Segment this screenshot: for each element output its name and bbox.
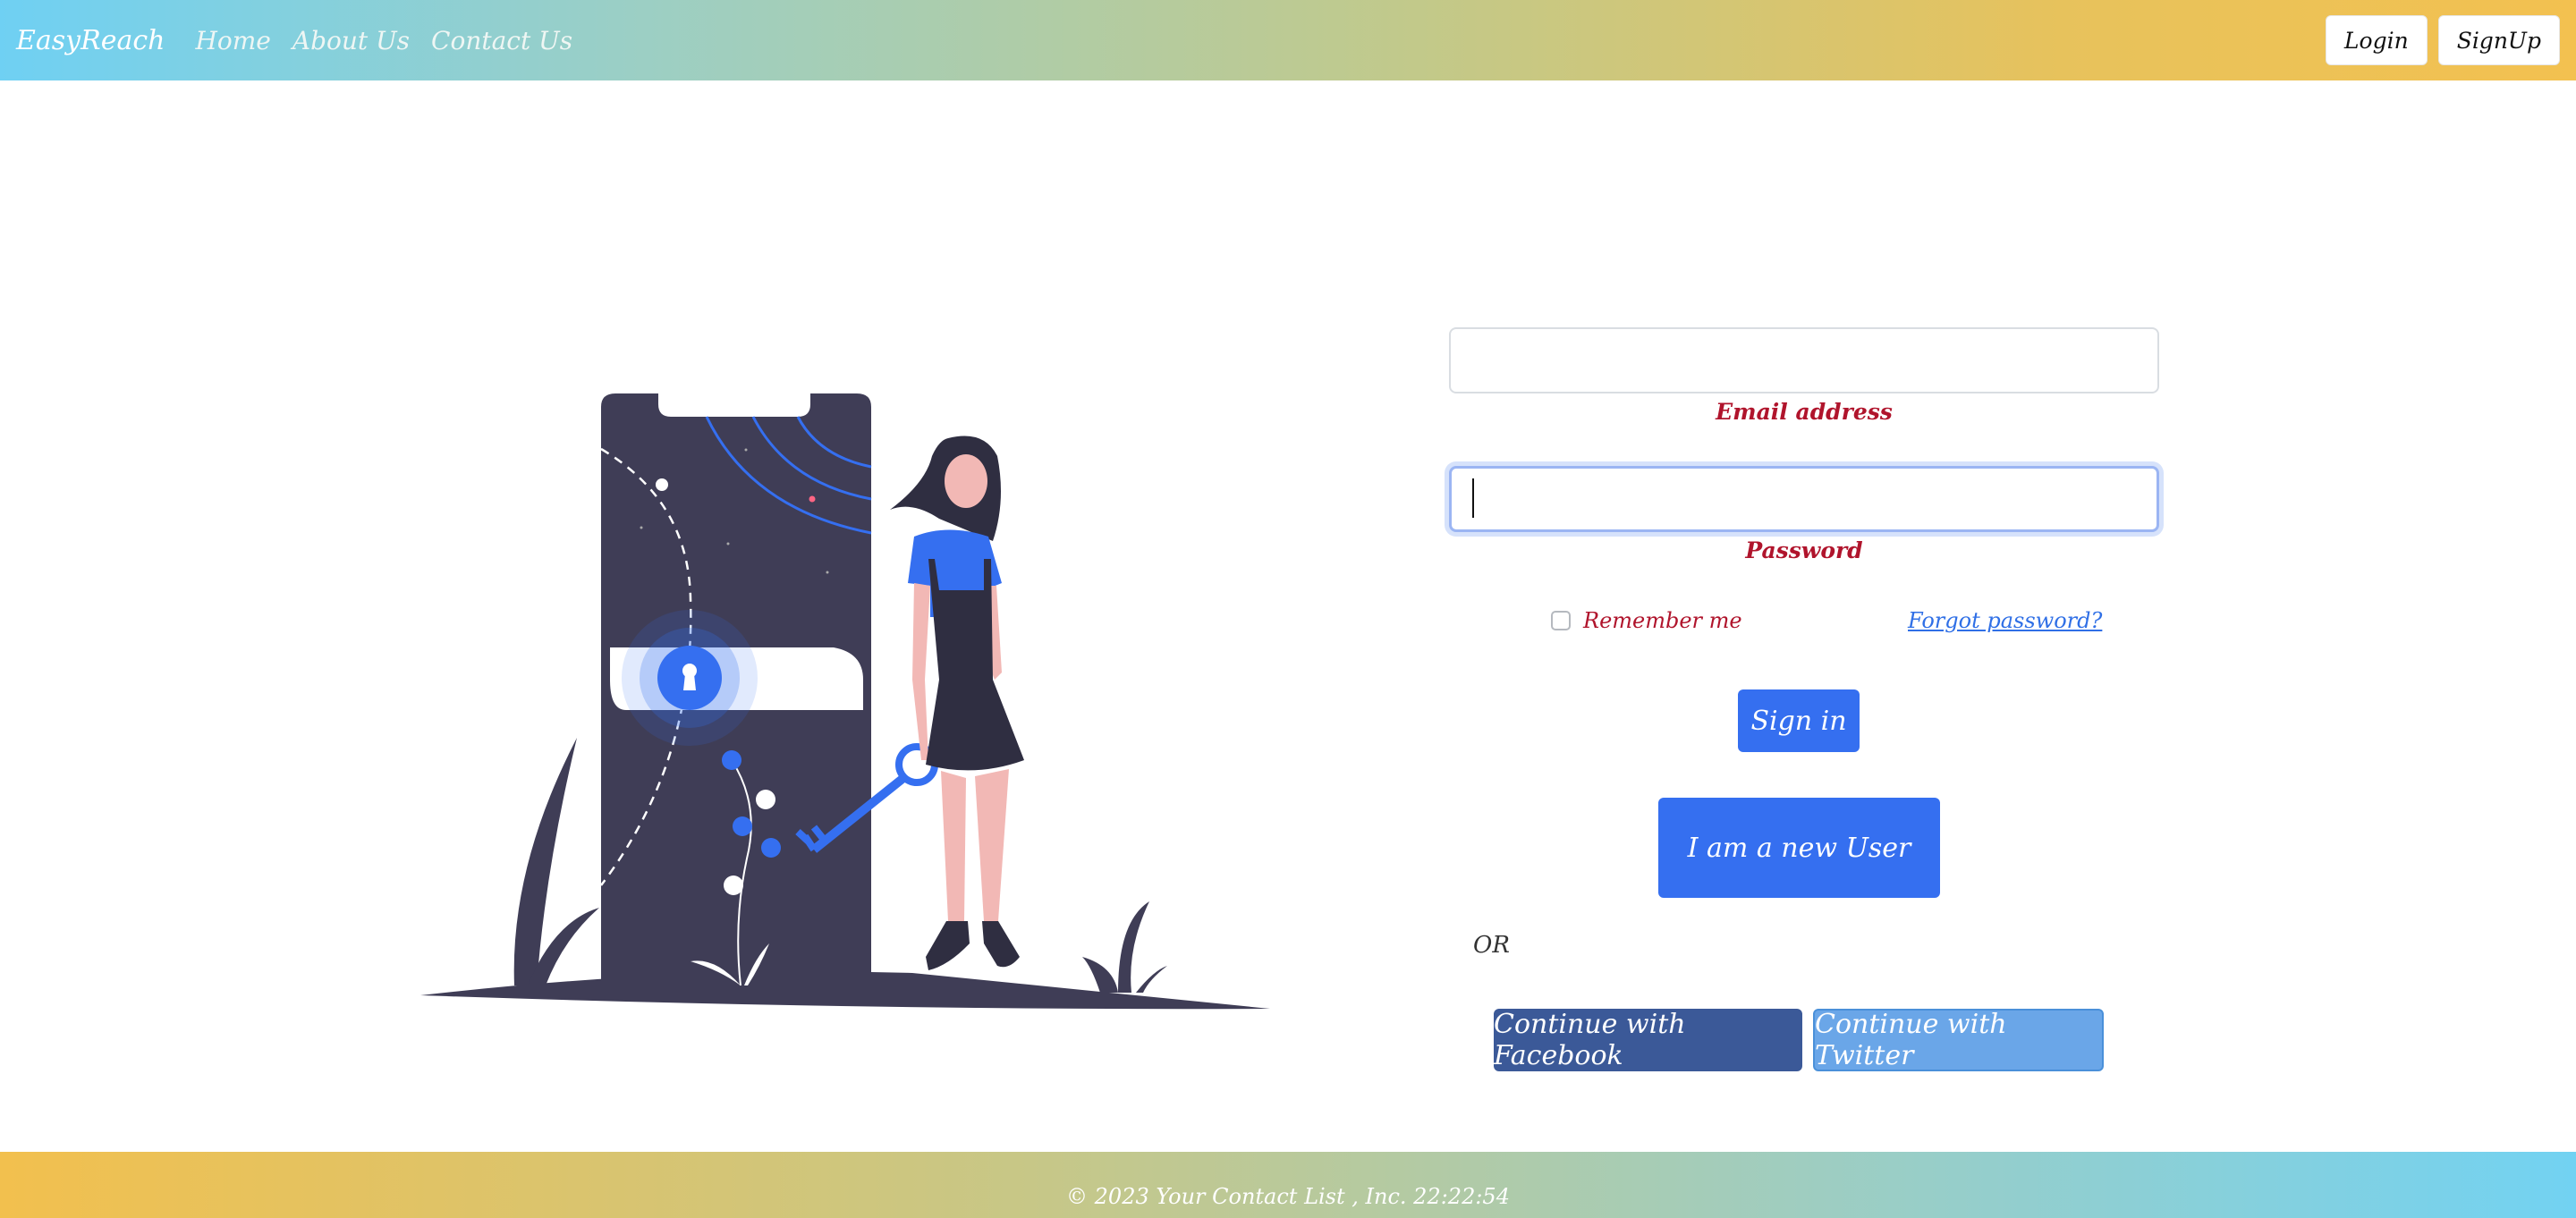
password-label: Password	[1745, 537, 1863, 563]
page-footer: © 2023 Your Contact List , Inc. 22:22:54	[0, 1152, 2576, 1218]
remember-me-label: Remember me	[1583, 608, 1742, 633]
facebook-login-button[interactable]: Continue with Facebook	[1494, 1009, 1802, 1071]
nav-auth-buttons: Login SignUp	[2325, 15, 2560, 65]
or-divider: OR	[1473, 932, 1510, 959]
login-form: Email address Password Remember me Forgo…	[1449, 327, 2159, 653]
twitter-login-button[interactable]: Continue with Twitter	[1813, 1009, 2104, 1071]
remember-me-checkbox[interactable]	[1551, 611, 1571, 630]
password-field-wrap	[1449, 466, 2159, 532]
footer-copyright: © 2023 Your Contact List , Inc. 22:22:54	[1066, 1184, 1510, 1209]
remember-me[interactable]: Remember me	[1551, 608, 1742, 633]
nav-link-contact[interactable]: Contact Us	[431, 26, 572, 55]
nav-link-about[interactable]: About Us	[292, 26, 410, 55]
login-button[interactable]: Login	[2325, 15, 2428, 65]
sign-in-button[interactable]: Sign in	[1738, 689, 1860, 752]
form-options-row: Remember me Forgot password?	[1449, 599, 2159, 653]
forgot-password-link[interactable]: Forgot password?	[1908, 608, 2102, 633]
password-input[interactable]	[1449, 466, 2159, 532]
signup-button[interactable]: SignUp	[2437, 15, 2560, 65]
nav-link-home[interactable]: Home	[195, 26, 270, 55]
top-navbar: EasyReach Home About Us Contact Us Login…	[0, 0, 2576, 80]
email-label: Email address	[1716, 399, 1893, 425]
security-illustration	[420, 393, 1270, 1010]
email-input[interactable]	[1449, 327, 2159, 393]
brand-logo[interactable]: EasyReach	[16, 25, 165, 56]
new-user-button[interactable]: I am a new User	[1658, 798, 1940, 898]
text-caret	[1472, 478, 1474, 518]
